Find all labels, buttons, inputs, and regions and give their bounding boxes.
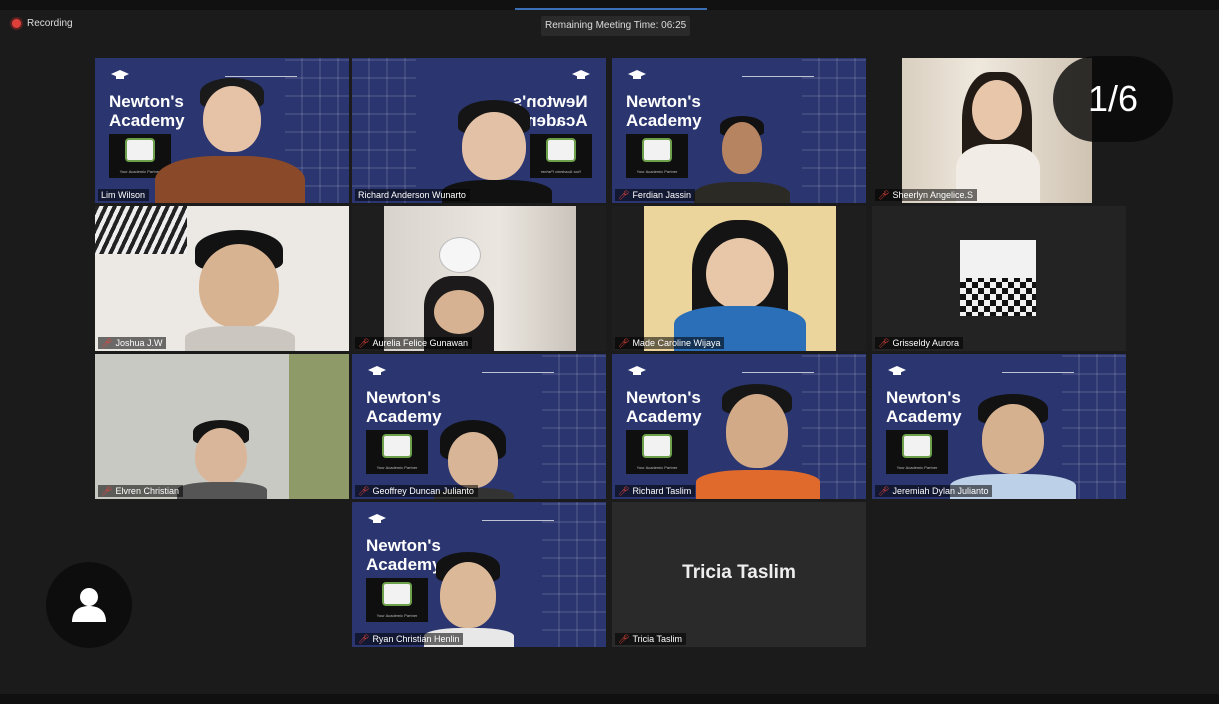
muted-mic-icon: 🎤︎ [618, 486, 630, 496]
video-tile[interactable]: Newton's Academy Your Academic Partner 🎤︎… [352, 354, 606, 499]
participant-name: 🎤︎ Joshua J.W [98, 337, 167, 349]
participant-name: 🎤︎ Elvren Christian [98, 485, 183, 497]
camera-off-name: Tricia Taslim [682, 562, 796, 583]
wall-decor [95, 206, 187, 254]
recording-dot-icon [12, 19, 21, 28]
participant-video [644, 206, 836, 351]
muted-mic-icon: 🎤︎ [878, 190, 890, 200]
background-wall [289, 354, 349, 499]
video-tile[interactable]: 🎤︎ Joshua J.W [95, 206, 349, 351]
remaining-meeting-time: Remaining Meeting Time: 06:25 [541, 16, 691, 36]
video-tile[interactable]: Newton's Academy Your Academic Partner 🎤︎… [352, 502, 606, 647]
muted-mic-icon: 🎤︎ [101, 338, 113, 348]
participant-video [384, 206, 576, 351]
academy-logo: Your Academic Partner [626, 430, 688, 474]
graduation-cap-icon [628, 70, 646, 79]
graduation-cap-icon [111, 70, 129, 79]
muted-mic-icon: 🎤︎ [358, 486, 370, 496]
participant-name: 🎤︎ Ferdian Jassin [615, 189, 695, 201]
graduation-cap-icon [572, 70, 590, 79]
participant-name: 🎤︎ Grisseldy Aurora [875, 337, 963, 349]
academy-brand: Newton's Academy [109, 92, 185, 130]
video-tile[interactable]: Newton's Academy Your Academic Partner Li… [95, 58, 349, 203]
participant-name: Lim Wilson [98, 189, 150, 201]
participant-name: Richard Anderson Wunarto [355, 189, 470, 201]
video-tile[interactable]: Newton's Academy Your Academic Partner 🎤︎… [872, 354, 1126, 499]
participant-name: 🎤︎ Ryan Christian Henlin [355, 633, 464, 645]
top-bar [0, 0, 1219, 10]
graduation-cap-icon [888, 366, 906, 375]
video-tile[interactable]: 🎤︎ Elvren Christian [95, 354, 349, 499]
muted-mic-icon: 🎤︎ [618, 634, 630, 644]
participant-name: 🎤︎ Richard Taslim [615, 485, 696, 497]
muted-mic-icon: 🎤︎ [618, 190, 630, 200]
academy-brand: Newton's Academy [366, 388, 442, 426]
participant-name: 🎤︎ Jeremiah Dylan Julianto [875, 485, 993, 497]
academy-logo: Your Academic Partner [366, 578, 428, 622]
muted-mic-icon: 🎤︎ [878, 486, 890, 496]
muted-mic-icon: 🎤︎ [358, 634, 370, 644]
video-tile-active-speaker[interactable]: Newton's Academy Your Academic Partner Ri… [352, 58, 606, 203]
video-tile-camera-off[interactable]: Tricia Taslim 🎤︎ Tricia Taslim [612, 502, 866, 647]
video-tile[interactable]: 🎤︎ Made Caroline Wijaya [612, 206, 866, 351]
user-avatar-icon [72, 588, 106, 622]
recording-label: Recording [27, 18, 73, 29]
participant-name: 🎤︎ Geoffrey Duncan Julianto [355, 485, 478, 497]
participant-name: 🎤︎ Aurelia Felice Gunawan [355, 337, 472, 349]
muted-mic-icon: 🎤︎ [358, 338, 370, 348]
participant-name: 🎤︎ Tricia Taslim [615, 633, 686, 645]
academy-brand: Newton's Academy [366, 536, 442, 574]
academy-logo: Your Academic Partner [886, 430, 948, 474]
academy-brand: Newton's Academy [886, 388, 962, 426]
profile-picture [960, 240, 1036, 316]
video-tile[interactable]: Newton's Academy Your Academic Partner 🎤︎… [612, 58, 866, 203]
participant-name: 🎤︎ Made Caroline Wijaya [615, 337, 725, 349]
video-tile[interactable]: Newton's Academy Your Academic Partner 🎤︎… [612, 354, 866, 499]
bottom-bar [0, 694, 1219, 704]
self-view-avatar[interactable] [46, 562, 132, 648]
recording-indicator[interactable]: Recording [12, 18, 73, 29]
academy-brand: Newton's Academy [626, 388, 702, 426]
participant-name: 🎤︎ Sheerlyn Angelice.S [875, 189, 977, 201]
graduation-cap-icon [368, 366, 386, 375]
video-tile[interactable]: 🎤︎ Aurelia Felice Gunawan [352, 206, 606, 351]
muted-mic-icon: 🎤︎ [878, 338, 890, 348]
academy-brand: Newton's Academy [626, 92, 702, 130]
top-accent [515, 8, 707, 10]
graduation-cap-icon [368, 514, 386, 523]
muted-mic-icon: 🎤︎ [101, 486, 113, 496]
academy-logo: Your Academic Partner [530, 134, 592, 178]
graduation-cap-icon [628, 366, 646, 375]
video-tile[interactable]: 🎤︎ Grisseldy Aurora [872, 206, 1126, 351]
muted-mic-icon: 🎤︎ [618, 338, 630, 348]
academy-logo: Your Academic Partner [366, 430, 428, 474]
academy-logo: Your Academic Partner [626, 134, 688, 178]
page-indicator[interactable]: 1/6 [1053, 56, 1173, 142]
